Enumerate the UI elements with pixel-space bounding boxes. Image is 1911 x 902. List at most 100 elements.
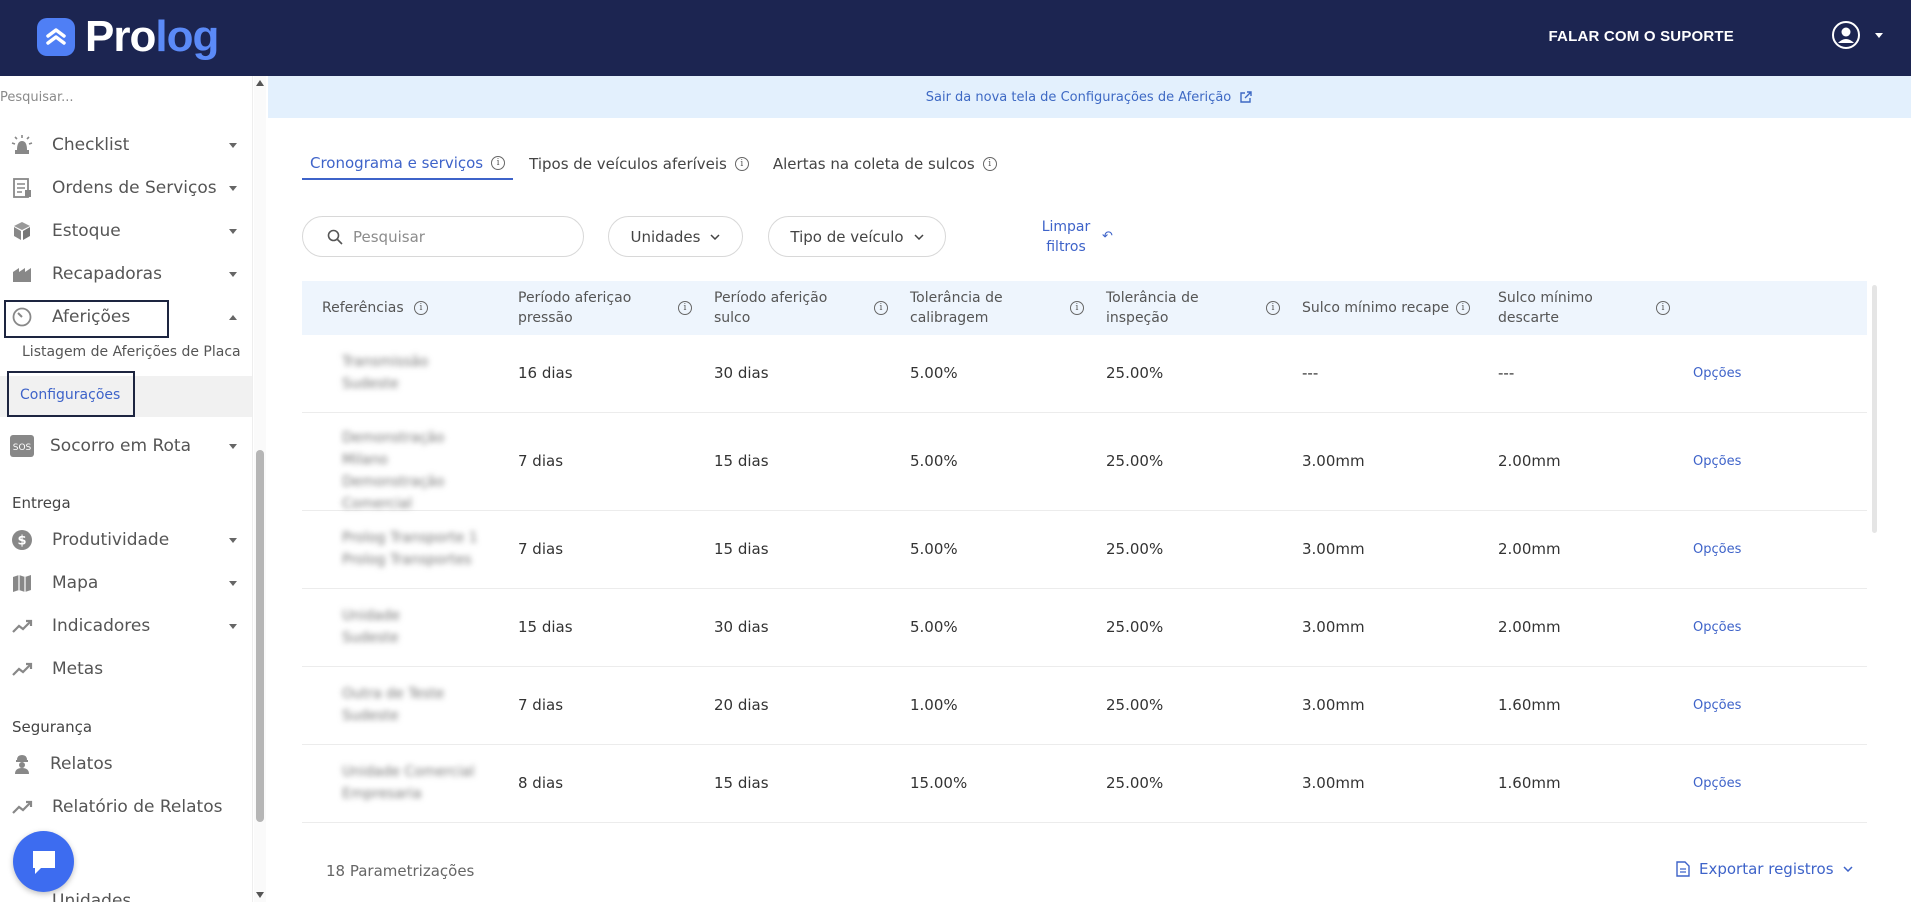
section-entrega: Entrega: [12, 494, 71, 512]
sidebar-item-relatorio-relatos[interactable]: Relatório de Relatos: [0, 787, 252, 827]
chat-button[interactable]: [13, 831, 74, 892]
configuracoes-highlight: [7, 371, 135, 417]
tab-alertas[interactable]: Alertas na coleta de sulcos i: [765, 148, 1005, 180]
cell-pressao: 7 dias: [518, 696, 564, 714]
table-row: Outra de Teste Sudeste 7 dias 20 dias 1.…: [302, 667, 1867, 745]
filter-label: Tipo de veículo: [790, 227, 904, 246]
cell-inspecao: 25.00%: [1106, 774, 1164, 792]
sidebar-item-produtividade[interactable]: $ Produtividade: [0, 520, 252, 560]
options-link[interactable]: Opções: [1693, 366, 1741, 381]
sidebar-item-label: Produtividade: [52, 530, 170, 550]
sidebar-item-socorro[interactable]: SOS Socorro em Rota: [0, 426, 252, 466]
chevron-down-icon: [914, 233, 924, 240]
export-records-button[interactable]: Exportar registros: [1676, 860, 1853, 878]
options-link[interactable]: Opções: [1693, 542, 1741, 557]
reference-blurred: Demonstração Milano Demonstração Comerci…: [342, 430, 445, 512]
clear-filters-button[interactable]: Limpar filtros: [1034, 217, 1098, 257]
alarm-light-icon: [10, 133, 34, 157]
cell-calibragem: 5.00%: [910, 452, 958, 470]
cell-calibragem: 5.00%: [910, 364, 958, 382]
cell-inspecao: 25.00%: [1106, 696, 1164, 714]
col-periodo-sulco: Período aferição sulco i: [714, 281, 888, 335]
logo-text: Prolog: [85, 12, 219, 61]
cell-descarte: 2.00mm: [1498, 618, 1561, 636]
cell-pressao: 7 dias: [518, 540, 564, 558]
info-icon[interactable]: i: [1070, 301, 1084, 315]
sidebar-item-recapadoras[interactable]: Recapadoras: [0, 254, 252, 294]
section-seguranca: Segurança: [12, 718, 93, 736]
cell-recape: 3.00mm: [1302, 452, 1365, 470]
filter-label: Unidades: [630, 227, 701, 246]
sidebar-item-label: Socorro em Rota: [50, 436, 192, 456]
prolog-logo[interactable]: Prolog: [37, 12, 219, 62]
cell-calibragem: 5.00%: [910, 618, 958, 636]
sidebar-item-checklist[interactable]: Checklist: [0, 125, 252, 165]
tab-tipos-veiculos[interactable]: Tipos de veículos aferíveis i: [521, 148, 757, 180]
options-link[interactable]: Opções: [1693, 620, 1741, 635]
info-icon[interactable]: i: [734, 157, 749, 171]
chevron-up-icon: [229, 314, 237, 320]
info-icon[interactable]: i: [678, 301, 692, 315]
cell-pressao: 15 dias: [518, 618, 573, 636]
sidebar-scroll-thumb[interactable]: [256, 450, 264, 822]
tab-label: Alertas na coleta de sulcos: [772, 155, 975, 173]
svg-text:SOS: SOS: [13, 443, 32, 453]
sidebar-search-input[interactable]: Pesquisar...: [0, 90, 74, 105]
cell-inspecao: 25.00%: [1106, 364, 1164, 382]
options-link[interactable]: Opções: [1693, 698, 1741, 713]
chat-bubble-icon: [32, 850, 55, 874]
info-icon[interactable]: i: [414, 301, 428, 315]
chevron-down-icon: [1842, 866, 1853, 872]
info-icon[interactable]: i: [1266, 301, 1280, 315]
table-row: Transmissão Sudeste 16 dias 30 dias 5.00…: [302, 335, 1867, 413]
info-icon[interactable]: i: [982, 157, 997, 171]
info-icon[interactable]: i: [1656, 301, 1670, 315]
search-input[interactable]: Pesquisar: [302, 216, 584, 257]
cell-sulco: 20 dias: [714, 696, 769, 714]
search-icon: [327, 229, 343, 245]
options-link[interactable]: Opções: [1693, 454, 1741, 469]
reference-blurred: Unidade Comercial Empresaria: [342, 764, 475, 802]
worker-icon: [10, 752, 34, 776]
map-icon: [10, 571, 34, 595]
sidebar-item-relatos[interactable]: Relatos: [0, 744, 252, 784]
chevron-down-icon: [229, 142, 237, 148]
sidebar-item-label: Metas: [52, 659, 104, 679]
tipo-veiculo-filter[interactable]: Tipo de veículo: [768, 216, 946, 257]
tab-cronograma[interactable]: Cronograma e serviços i: [302, 148, 514, 180]
options-link[interactable]: Opções: [1693, 776, 1741, 791]
table-scrollbar[interactable]: [1872, 285, 1877, 533]
tab-label: Cronograma e serviços: [310, 154, 484, 172]
cell-pressao: 7 dias: [518, 452, 564, 470]
scroll-down-icon[interactable]: [256, 892, 264, 898]
cell-inspecao: 25.00%: [1106, 618, 1164, 636]
sidebar-subitem-listagem[interactable]: Listagem de Aferições de Placa: [22, 344, 241, 360]
undo-icon[interactable]: ↶: [1102, 229, 1113, 244]
config-tabs: Cronograma e serviços i Tipos de veículos…: [302, 148, 1013, 180]
scroll-up-icon[interactable]: [256, 80, 264, 86]
info-icon[interactable]: i: [874, 301, 888, 315]
sidebar-item-mapa[interactable]: Mapa: [0, 563, 252, 603]
sidebar-item-label: Estoque: [52, 221, 121, 241]
unidades-filter[interactable]: Unidades: [608, 216, 743, 257]
sidebar-item-ordens[interactable]: Ordens de Serviços: [0, 168, 252, 208]
sos-icon: SOS: [10, 434, 34, 458]
external-link-icon: [1240, 91, 1252, 103]
info-icon[interactable]: i: [1456, 301, 1470, 315]
info-icon[interactable]: i: [491, 156, 506, 170]
col-sulco-recape: Sulco mínimo recape i: [1302, 281, 1482, 335]
chevron-down-icon: [229, 623, 237, 629]
user-menu[interactable]: [1831, 20, 1883, 50]
sidebar-item-label: Ordens de Serviços: [52, 178, 217, 198]
legacy-screen-banner[interactable]: Sair da nova tela de Configurações de Af…: [268, 76, 1911, 118]
banner-link[interactable]: Sair da nova tela de Configurações de Af…: [926, 90, 1232, 105]
sidebar-item-estoque[interactable]: Estoque: [0, 211, 252, 251]
document-icon: [1676, 861, 1690, 877]
sidebar-item-metas[interactable]: Metas: [0, 649, 252, 689]
sidebar-item-indicadores[interactable]: Indicadores: [0, 606, 252, 646]
cell-calibragem: 5.00%: [910, 540, 958, 558]
reference-blurred: Transmissão Sudeste: [342, 354, 429, 392]
trending-up-icon: [10, 657, 34, 681]
support-link[interactable]: FALAR COM O SUPORTE: [1549, 28, 1734, 45]
afericoes-highlight: [4, 300, 169, 338]
